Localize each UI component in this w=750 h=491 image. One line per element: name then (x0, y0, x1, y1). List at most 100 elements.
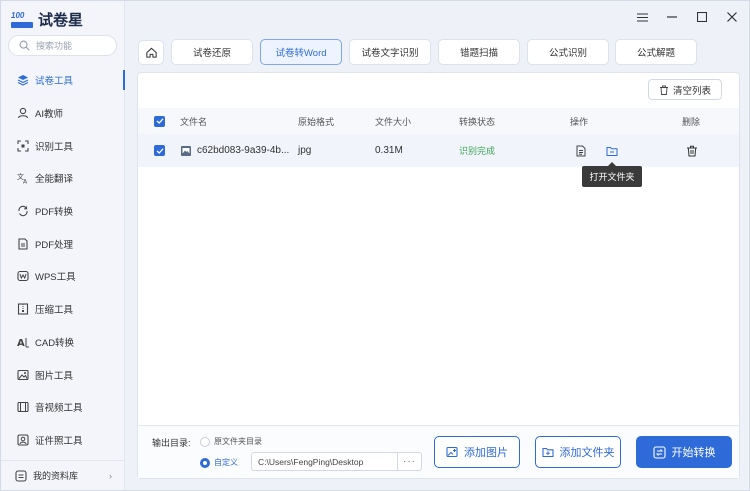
sidebar-item-ai-teacher[interactable]: AI教师 (1, 97, 125, 130)
radio-source-label: 原文件夹目录 (214, 437, 262, 446)
translate-icon: 文A (17, 172, 28, 185)
sidebar-item-label: PDF处理 (35, 239, 74, 251)
my-library-button[interactable]: 我的资料库 › (1, 460, 124, 490)
library-icon (15, 469, 27, 482)
add-folder-button[interactable]: 添加文件夹 (535, 436, 621, 468)
tab-exam-restore[interactable]: 试卷还原 (171, 39, 253, 65)
trash-icon (659, 85, 668, 95)
sidebar-item-label: AI教师 (35, 109, 63, 121)
sidebar-item-label: 压缩工具 (35, 305, 74, 317)
svg-text:A: A (23, 179, 28, 185)
row-checkbox[interactable] (154, 145, 165, 156)
app-title: 试卷星 (38, 12, 84, 29)
open-folder-icon[interactable] (606, 145, 618, 157)
sidebar-item-label: 识别工具 (35, 141, 74, 153)
file-size: 0.31M (375, 145, 403, 156)
sidebar-item-exam-tools[interactable]: 试卷工具 (1, 64, 125, 97)
sidebar-item-label: WPS工具 (35, 272, 76, 284)
sidebar-item-label: CAD转换 (35, 337, 75, 349)
file-list-panel: 清空列表 文件名 原始格式 文件大小 转换状态 操作 删除 c62bd083-9… (137, 72, 740, 479)
image-icon (17, 369, 29, 380)
chevron-right-icon: › (109, 470, 112, 481)
radio-custom-folder[interactable]: 自定义 (200, 457, 238, 468)
open-folder-tooltip: 打开文件夹 (582, 162, 642, 187)
pdf-icon (18, 238, 28, 250)
browse-button[interactable]: ··· (397, 453, 421, 470)
file-name: c62bd083-9a39-4b... (197, 145, 290, 156)
sidebar-item-label: 试卷工具 (35, 76, 74, 88)
logo-mark-icon: 100 (11, 11, 33, 29)
sidebar-item-label: 音视频工具 (35, 403, 83, 415)
tab-formula-solve[interactable]: 公式解题 (615, 39, 697, 65)
col-header-status: 转换状态 (459, 116, 496, 127)
add-folder-icon (541, 447, 554, 458)
library-label: 我的资料库 (33, 471, 79, 481)
select-all-checkbox[interactable] (154, 115, 165, 127)
media-icon (17, 402, 29, 413)
col-header-format: 原始格式 (298, 116, 335, 127)
sidebar-item-compress[interactable]: 压缩工具 (1, 293, 125, 326)
search-placeholder: 搜索功能 (36, 41, 73, 51)
status-badge: 识别完成 (459, 146, 496, 156)
radio-source-folder[interactable]: 原文件夹目录 (200, 436, 262, 447)
table-row[interactable]: c62bd083-9a39-4b... jpg 0.31M 识别完成 (138, 134, 739, 167)
convert-icon (18, 205, 28, 217)
compress-icon (17, 303, 29, 315)
sidebar-item-label: 证件照工具 (35, 435, 83, 447)
svg-text:A: A (17, 338, 25, 348)
radio-custom-label: 自定义 (214, 458, 238, 467)
minimize-icon[interactable] (665, 10, 679, 24)
sidebar-item-pdf-convert[interactable]: PDF转换 (1, 195, 125, 228)
sidebar-item-translate[interactable]: 文A 全能翻译 (1, 162, 125, 195)
window-controls (635, 10, 739, 24)
start-convert-label: 开始转换 (671, 447, 716, 459)
tab-wrong-question-scan[interactable]: 错题扫描 (438, 39, 520, 65)
radio-dot-selected (200, 457, 210, 468)
view-document-icon[interactable] (575, 145, 587, 157)
cad-icon: A (17, 337, 29, 348)
output-path-value: C:\Users\FengPing\Desktop (258, 456, 364, 467)
search-input[interactable]: 搜索功能 (8, 35, 117, 56)
sidebar-nav: 试卷工具 AI教师 识别工具 文A 全能翻译 PDF转换 PDF处理 WPS工具… (1, 64, 125, 456)
footer-bar: 输出目录: 原文件夹目录 自定义 C:\Users\FengPing\Deskt… (138, 425, 739, 478)
image-file-icon (181, 145, 191, 156)
col-header-name: 文件名 (180, 116, 208, 127)
table-header: 文件名 原始格式 文件大小 转换状态 操作 删除 (138, 108, 739, 134)
add-image-label: 添加图片 (464, 447, 508, 459)
col-header-size: 文件大小 (375, 116, 412, 127)
close-icon[interactable] (725, 10, 739, 24)
start-convert-button[interactable]: 开始转换 (636, 436, 732, 468)
sidebar-item-id-photo[interactable]: 证件照工具 (1, 424, 125, 457)
radio-dot (200, 436, 210, 447)
sidebar-item-cad[interactable]: A CAD转换 (1, 326, 125, 359)
sidebar-item-label: 图片工具 (35, 370, 74, 382)
ai-teacher-icon (17, 107, 29, 119)
sidebar-item-label: 全能翻译 (35, 174, 74, 186)
tab-formula-recognition[interactable]: 公式识别 (527, 39, 609, 65)
sidebar-item-pdf-process[interactable]: PDF处理 (1, 227, 125, 260)
output-path-field[interactable]: C:\Users\FengPing\Desktop ··· (251, 452, 422, 471)
clear-list-label: 清空列表 (672, 85, 711, 97)
add-image-button[interactable]: 添加图片 (434, 436, 520, 468)
sidebar-item-media[interactable]: 音视频工具 (1, 391, 125, 424)
layers-icon (17, 75, 29, 86)
maximize-icon[interactable] (695, 10, 709, 24)
file-format: jpg (298, 145, 312, 156)
delete-row-icon[interactable] (686, 145, 698, 157)
menu-icon[interactable] (635, 10, 649, 24)
clear-list-button[interactable]: 清空列表 (648, 79, 722, 100)
sidebar-item-recognition[interactable]: 识别工具 (1, 129, 125, 162)
output-dir-label: 输出目录: (152, 438, 191, 448)
add-image-icon (446, 446, 458, 458)
convert-start-icon (652, 445, 666, 459)
tab-exam-ocr[interactable]: 试卷文字识别 (349, 39, 431, 65)
sidebar-item-label: PDF转换 (35, 207, 74, 219)
add-folder-label: 添加文件夹 (559, 447, 615, 459)
tab-exam-to-word[interactable]: 试卷转Word (260, 39, 342, 65)
scan-icon (17, 140, 29, 152)
sidebar-item-image[interactable]: 图片工具 (1, 358, 125, 391)
sidebar-item-wps[interactable]: WPS工具 (1, 260, 125, 293)
logo-badge: 100 (11, 10, 25, 20)
home-button[interactable] (138, 40, 164, 65)
app-window: 100 试卷星 搜索功能 试卷工具 AI教师 识别工具 文A 全能翻译 PDF转… (0, 0, 750, 491)
